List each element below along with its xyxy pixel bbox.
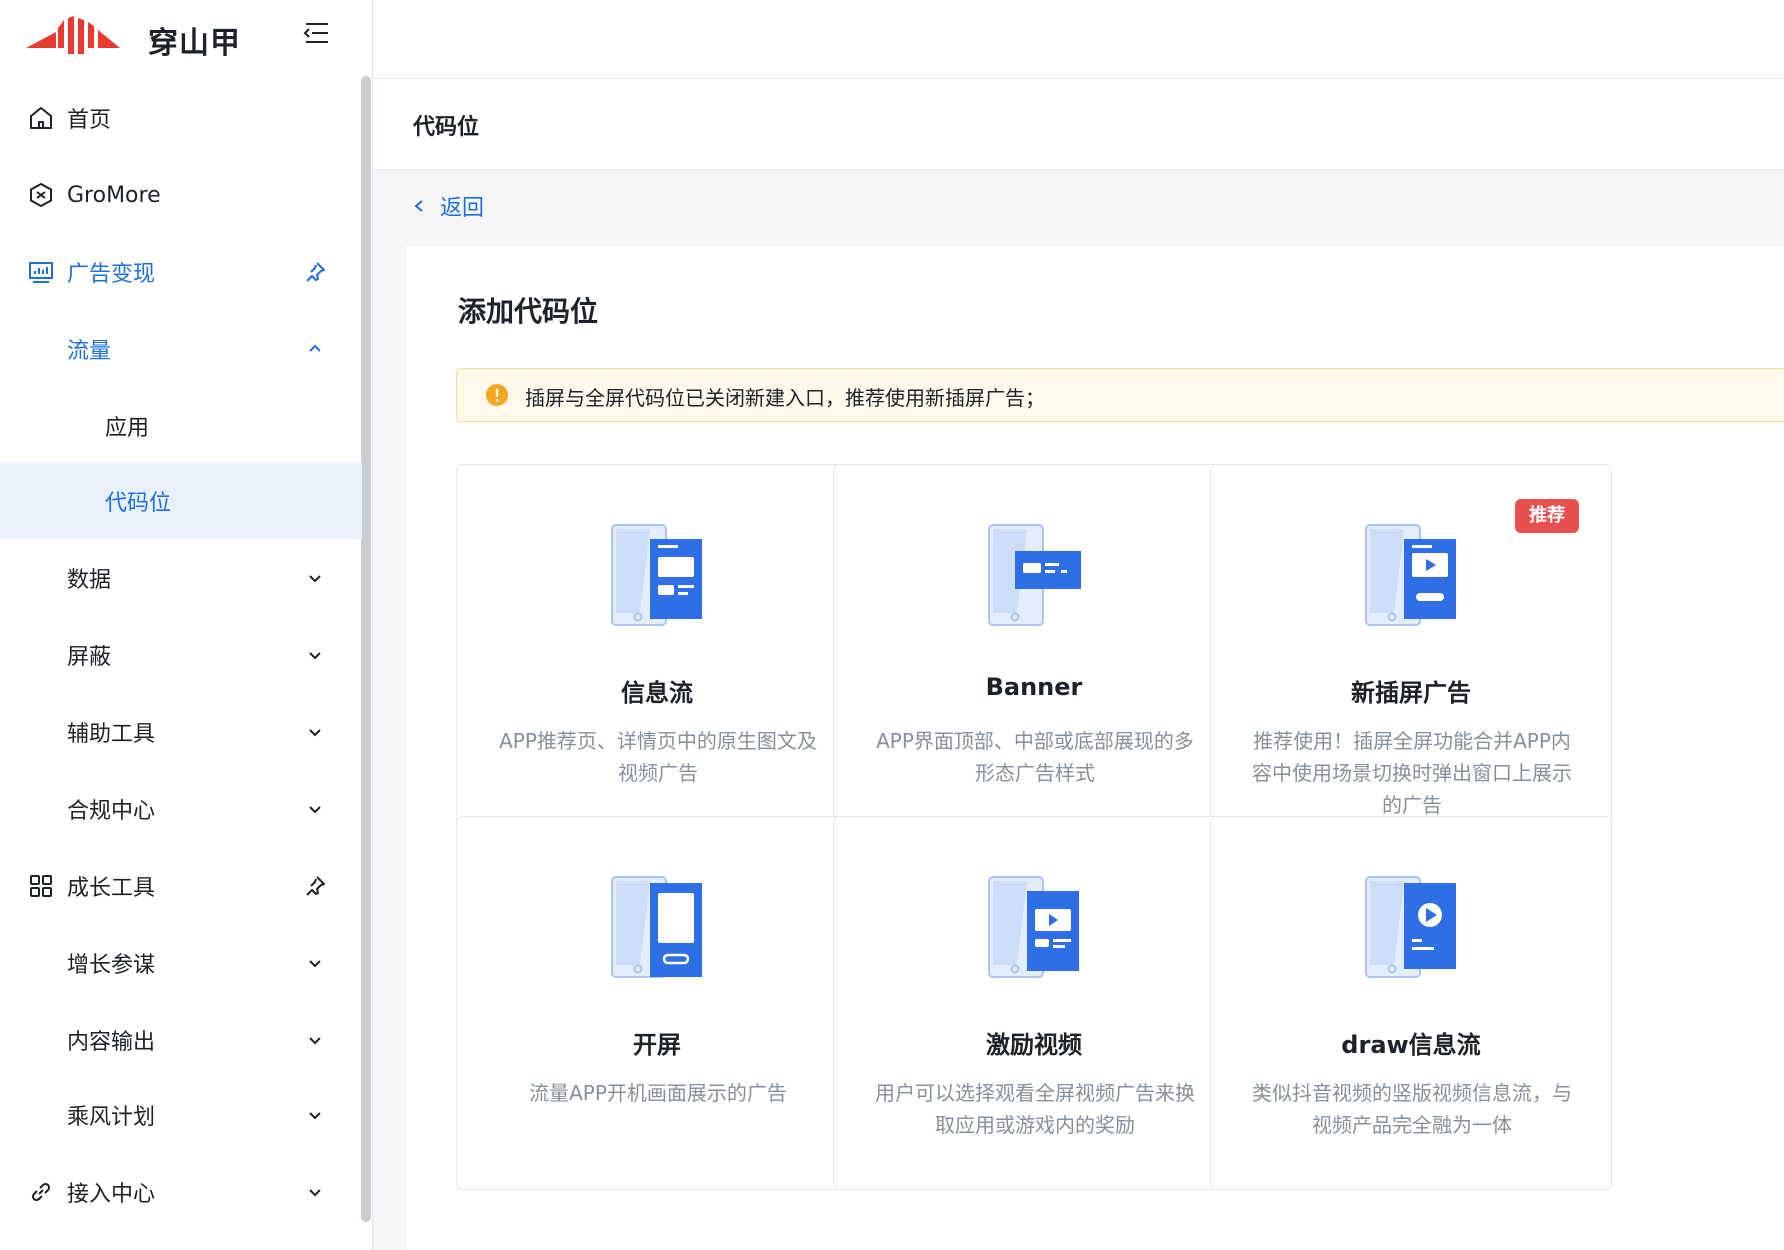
warning-notice: 插屏与全屏代码位已关闭新建入口，推荐使用新插屏广告； [456, 368, 1784, 422]
sidebar-item-label: 成长工具 [67, 876, 156, 901]
sidebar-item-label: 合规中心 [67, 799, 156, 824]
reward-video-icon [988, 876, 1079, 978]
sidebar-item-content-output[interactable]: 内容输出 [0, 1002, 362, 1078]
chevron-up-icon [309, 344, 321, 352]
sidebar-item-label: 接入中心 [67, 1182, 156, 1207]
ad-type-card-reward-video[interactable]: 激励视频 用户可以选择观看全屏视频广告来换取应用或游戏内的奖励 [833, 816, 1235, 1190]
sidebar-scrollbar[interactable] [361, 76, 371, 1222]
ad-type-card-feed[interactable]: 信息流 APP推荐页、详情页中的原生图文及视频广告 [456, 464, 858, 838]
sidebar-item-gromore[interactable]: GroMore [0, 157, 362, 233]
card-description: 流量APP开机画面展示的广告 [529, 1081, 787, 1105]
sidebar-item-label: 广告变现 [67, 262, 156, 287]
notice-text: 插屏与全屏代码位已关闭新建入口，推荐使用新插屏广告； [525, 386, 1045, 410]
sidebar: 穿山甲 首页 GroMore 广告变现 流量 应用 代码位 数据 屏蔽 辅助工具… [0, 0, 373, 1250]
chevron-down-icon [309, 1189, 321, 1197]
sidebar-item-label: 内容输出 [67, 1030, 156, 1055]
card-title: 新插屏广告 [1351, 679, 1471, 707]
chevron-down-icon [309, 652, 321, 660]
card-title: 信息流 [621, 679, 693, 707]
sidebar-item-integration-center[interactable]: 接入中心 [0, 1154, 362, 1230]
card-description: APP推荐页、详情页中的原生图文及视频广告 [499, 729, 817, 785]
gromore-icon [30, 182, 52, 208]
ad-type-card-splash[interactable]: 开屏 流量APP开机画面展示的广告 [456, 816, 858, 1190]
splash-ad-icon [611, 876, 702, 978]
sidebar-item-compliance[interactable]: 合规中心 [0, 771, 362, 847]
sidebar-item-label: 应用 [105, 416, 150, 441]
sidebar-item-label: 增长参谋 [67, 953, 156, 978]
card-title: Banner [985, 673, 1083, 701]
chevron-down-icon [309, 960, 321, 968]
card-title: draw信息流 [1341, 1031, 1481, 1059]
top-bar [373, 0, 1784, 79]
recommended-badge: 推荐 [1515, 499, 1579, 533]
card-description: APP界面顶部、中部或底部展现的多形态广告样式 [876, 729, 1194, 785]
card-title: 开屏 [633, 1031, 681, 1059]
feed-ad-icon [611, 524, 702, 626]
sidebar-item-label: 数据 [67, 568, 112, 593]
card-description: 类似抖音视频的竖版视频信息流，与视频产品完全融为一体 [1252, 1081, 1572, 1137]
sidebar-item-label: GroMore [67, 182, 161, 208]
pin-icon[interactable] [303, 874, 327, 898]
sidebar-item-label: 首页 [67, 108, 112, 133]
ad-type-card-banner[interactable]: Banner APP界面顶部、中部或底部展现的多形态广告样式 [833, 464, 1235, 838]
sidebar-item-home[interactable]: 首页 [0, 80, 362, 156]
warning-icon [486, 384, 508, 406]
page-title: 代码位 [413, 115, 480, 140]
sidebar-item-tools[interactable]: 辅助工具 [0, 694, 362, 770]
menu-fold-icon [303, 23, 328, 43]
sidebar-item-label: 乘风计划 [67, 1105, 156, 1130]
chevron-down-icon [309, 806, 321, 814]
interstitial-ad-icon [1365, 524, 1456, 626]
sidebar-item-chengfeng-plan[interactable]: 乘风计划 [0, 1077, 362, 1153]
sidebar-item-label: 流量 [67, 339, 112, 364]
ad-type-card-interstitial[interactable]: 推荐 新插屏广告 推荐使用！插屏全屏功能合并APP内容中使用场景切换时弹出窗口上… [1210, 464, 1612, 838]
card-description: 用户可以选择观看全屏视频广告来换取应用或游戏内的奖励 [875, 1081, 1195, 1137]
sidebar-item-label: 辅助工具 [67, 722, 156, 747]
sidebar-item-apps[interactable]: 应用 [0, 388, 362, 464]
sidebar-item-growth-tools[interactable]: 成长工具 [0, 848, 362, 924]
brand-logo-icon [26, 16, 120, 54]
brand-name: 穿山甲 [148, 26, 241, 61]
sidebar-item-label: 屏蔽 [67, 645, 112, 670]
chevron-down-icon [309, 1037, 321, 1045]
collapse-menu-button[interactable] [300, 16, 334, 50]
chevron-down-icon [309, 1112, 321, 1120]
add-ad-unit-panel: 添加代码位 插屏与全屏代码位已关闭新建入口，推荐使用新插屏广告； 信息流 APP… [406, 246, 1784, 1250]
panel-title: 添加代码位 [458, 295, 599, 328]
chevron-down-icon [309, 575, 321, 583]
link-icon [31, 1182, 51, 1202]
ad-type-card-draw-feed[interactable]: draw信息流 类似抖音视频的竖版视频信息流，与视频产品完全融为一体 [1210, 816, 1612, 1190]
home-icon [30, 107, 52, 129]
sidebar-item-ad-units[interactable]: 代码位 [0, 463, 362, 539]
pin-icon[interactable] [303, 260, 327, 284]
banner-ad-icon [988, 524, 1081, 626]
sidebar-item-monetization[interactable]: 广告变现 [0, 234, 362, 310]
chevron-down-icon [309, 729, 321, 737]
chevron-left-icon [414, 200, 423, 212]
sidebar-item-traffic[interactable]: 流量 [0, 311, 362, 387]
sidebar-item-label: 代码位 [105, 491, 172, 516]
grid-icon [30, 875, 52, 897]
draw-feed-icon [1365, 876, 1456, 978]
back-link[interactable]: 返回 [412, 190, 484, 222]
monitor-chart-icon [29, 262, 53, 283]
sidebar-item-data[interactable]: 数据 [0, 540, 362, 616]
sidebar-item-block[interactable]: 屏蔽 [0, 617, 362, 693]
card-description: 推荐使用！插屏全屏功能合并APP内容中使用场景切换时弹出窗口上展示的广告 [1252, 729, 1572, 817]
page-header: 代码位 [373, 79, 1784, 170]
back-label: 返回 [440, 196, 485, 221]
card-title: 激励视频 [986, 1031, 1082, 1059]
sidebar-item-growth-advisor[interactable]: 增长参谋 [0, 925, 362, 1001]
